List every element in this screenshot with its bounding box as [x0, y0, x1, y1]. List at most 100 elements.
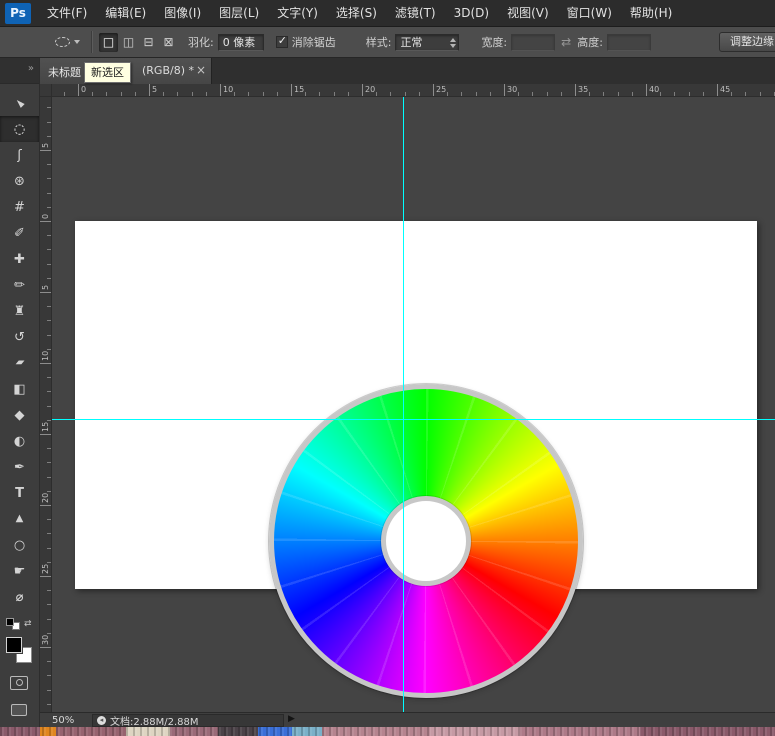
- divider: [91, 31, 93, 53]
- move-tool[interactable]: ►: [0, 90, 39, 116]
- default-colors-icon[interactable]: [6, 618, 20, 630]
- pen-tool[interactable]: ✒: [0, 454, 39, 480]
- ruler-label: 25: [436, 85, 446, 94]
- vertical-ruler[interactable]: 5051015202530: [40, 97, 52, 712]
- ellipse-tool[interactable]: ○: [0, 532, 39, 558]
- ruler-tick: [362, 84, 363, 96]
- zoom-tool[interactable]: ⌀: [0, 584, 39, 610]
- menu-layer[interactable]: 图层(L): [210, 0, 268, 27]
- ruler-tick: [376, 92, 377, 96]
- ruler-tick: [47, 704, 51, 705]
- menu-edit[interactable]: 编辑(E): [96, 0, 155, 27]
- quick-selection-tool[interactable]: ⊛: [0, 168, 39, 194]
- guide-horizontal[interactable]: [52, 419, 775, 420]
- intersect-selection-button[interactable]: ⊠: [159, 33, 178, 52]
- new-selection-button[interactable]: □: [99, 33, 118, 52]
- dodge-icon: ◐: [14, 435, 25, 448]
- canvas-area[interactable]: [52, 97, 775, 712]
- photoshop-window: Ps 文件(F)编辑(E)图像(I)图层(L)文字(Y)选择(S)滤镜(T)3D…: [0, 0, 775, 736]
- eraser-icon: ▰: [14, 358, 25, 368]
- toolbar-collapse-button[interactable]: »: [0, 58, 39, 84]
- add-to-selection-button[interactable]: ◫: [119, 33, 138, 52]
- ruler-tick: [390, 92, 391, 96]
- blur-tool[interactable]: ◆: [0, 402, 39, 428]
- lasso-icon: ʃ: [17, 149, 21, 162]
- ruler-tick: [47, 619, 51, 620]
- path-selection-tool[interactable]: ▲: [0, 506, 39, 532]
- ruler-tick: [47, 391, 51, 392]
- document-canvas[interactable]: [75, 221, 757, 589]
- quick-mask-button[interactable]: [10, 676, 28, 690]
- menu-image[interactable]: 图像(I): [155, 0, 210, 27]
- menu-help[interactable]: 帮助(H): [621, 0, 681, 27]
- ruler-tick: [632, 92, 633, 96]
- ruler-label: 5: [152, 85, 157, 94]
- tool-preset-button[interactable]: [50, 30, 85, 54]
- status-flyout-arrow[interactable]: [288, 714, 295, 724]
- height-input[interactable]: [607, 34, 651, 51]
- ruler-label: 35: [578, 85, 588, 94]
- ruler-tick: [348, 92, 349, 96]
- ruler-tick: [40, 647, 51, 648]
- gradient-tool[interactable]: ◧: [0, 376, 39, 402]
- subtract-from-selection-button[interactable]: ⊟: [139, 33, 158, 52]
- zoom-level-field[interactable]: 50%: [52, 715, 74, 726]
- ruler-tick: [47, 349, 51, 350]
- clone-stamp-tool[interactable]: ♜: [0, 298, 39, 324]
- style-select[interactable]: 正常: [395, 34, 459, 51]
- refine-edge-button[interactable]: 调整边缘: [719, 32, 775, 52]
- menu-filter[interactable]: 滤镜(T): [386, 0, 445, 27]
- ruler-tick: [177, 92, 178, 96]
- ruler-tick: [47, 164, 51, 165]
- ruler-tick: [206, 92, 207, 96]
- dodge-tool[interactable]: ◐: [0, 428, 39, 454]
- ruler-tick: [234, 92, 235, 96]
- menu-file[interactable]: 文件(F): [38, 0, 96, 27]
- ruler-tick: [532, 92, 533, 96]
- width-input[interactable]: [511, 34, 555, 51]
- ruler-tick: [121, 92, 122, 96]
- menu-3d[interactable]: 3D(D): [445, 0, 498, 27]
- crop-tool[interactable]: #: [0, 194, 39, 220]
- ruler-tick: [689, 92, 690, 96]
- eraser-tool[interactable]: ▰: [0, 350, 39, 376]
- ruler-tick: [40, 363, 51, 364]
- ruler-label: 10: [223, 85, 233, 94]
- elliptical-marquee-tool[interactable]: ◌: [0, 116, 39, 142]
- menu-view[interactable]: 视图(V): [498, 0, 558, 27]
- swap-dimensions-icon[interactable]: ⇄: [561, 35, 571, 49]
- zoom-icon: ⌀: [16, 591, 24, 604]
- ruler-tick: [192, 92, 193, 96]
- brush-icon: ✏: [14, 279, 25, 292]
- menu-type[interactable]: 文字(Y): [268, 0, 327, 27]
- foreground-color-swatch[interactable]: [6, 637, 22, 653]
- antialias-checkbox[interactable]: [276, 36, 288, 48]
- history-brush-tool[interactable]: ↺: [0, 324, 39, 350]
- ruler-tick: [518, 92, 519, 96]
- hand-tool[interactable]: ☛: [0, 558, 39, 584]
- menu-window[interactable]: 窗口(W): [558, 0, 621, 27]
- ruler-tick: [47, 604, 51, 605]
- type-tool[interactable]: T: [0, 480, 39, 506]
- ruler-tick: [248, 92, 249, 96]
- horizontal-ruler[interactable]: 051015202530354045: [52, 84, 775, 97]
- tab-close-button[interactable]: ×: [196, 63, 206, 77]
- quick-mask-icon: [16, 679, 23, 686]
- swap-colors-icon[interactable]: [24, 619, 32, 629]
- ruler-tick: [334, 92, 335, 96]
- width-label: 宽度:: [481, 34, 507, 50]
- ruler-tick: [40, 221, 51, 222]
- spot-healing-brush-tool[interactable]: ✚: [0, 246, 39, 272]
- ruler-tick: [135, 92, 136, 96]
- doc-info-panel[interactable]: 文档:2.88M/2.88M: [92, 714, 284, 727]
- menu-select[interactable]: 选择(S): [327, 0, 386, 27]
- screen-mode-button[interactable]: [11, 704, 27, 716]
- lasso-tool[interactable]: ʃ: [0, 142, 39, 168]
- ruler-tick: [47, 661, 51, 662]
- brush-tool[interactable]: ✏: [0, 272, 39, 298]
- guide-vertical[interactable]: [403, 97, 404, 712]
- feather-input[interactable]: 0 像素: [218, 34, 264, 51]
- ruler-tick: [47, 548, 51, 549]
- eyedropper-tool[interactable]: ✐: [0, 220, 39, 246]
- spinner-icon[interactable]: [450, 38, 456, 48]
